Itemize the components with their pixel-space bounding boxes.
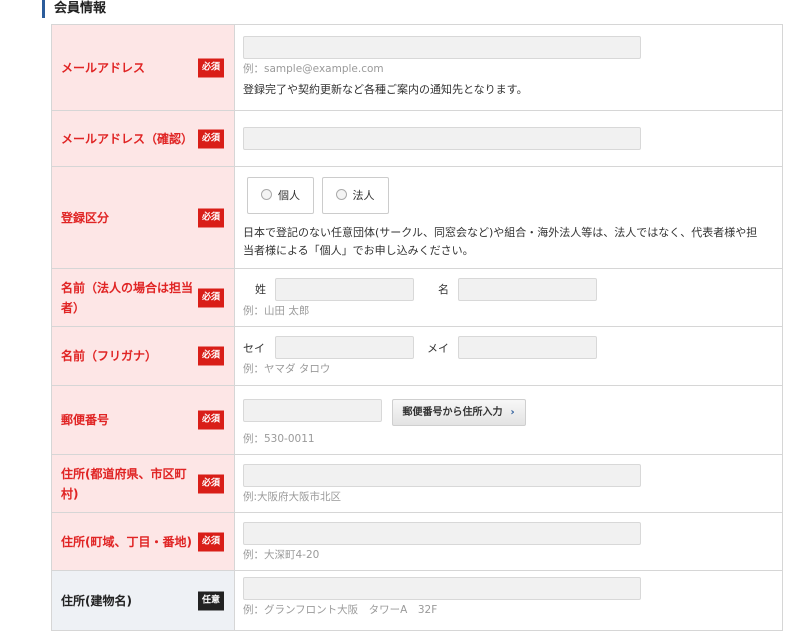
registration-type-label-cell: 登録区分 必須: [51, 166, 235, 269]
optional-badge: 任意: [198, 591, 224, 610]
postal-code-lookup-button[interactable]: 郵便番号から住所入力 ›: [391, 398, 526, 426]
email-input[interactable]: [243, 36, 641, 59]
email-field-cell: 例：sample@example.com 登録完了や契約更新など各種ご案内の通知…: [234, 24, 783, 111]
last-name-input[interactable]: [275, 277, 414, 301]
section-title: 会員情報: [42, 0, 106, 18]
row-postal-code: 郵便番号 必須 郵便番号から住所入力 › 例：530-0011: [51, 385, 783, 455]
name-field-cell: 姓 名 例：山田 太郎: [234, 268, 783, 327]
name-label-cell: 名前（法人の場合は担当者） 必須: [51, 268, 235, 327]
radio-corporation[interactable]: 法人: [321, 177, 389, 214]
postal-code-lookup-label: 郵便番号から住所入力: [402, 406, 503, 418]
address-pref-input[interactable]: [243, 463, 641, 487]
postal-code-input[interactable]: [243, 398, 382, 422]
radio-individual-label: 個人: [278, 189, 300, 202]
radio-circle-icon: [335, 189, 347, 200]
first-name-kana-input[interactable]: [458, 336, 597, 359]
postal-code-field-cell: 郵便番号から住所入力 › 例：530-0011: [234, 385, 783, 455]
address-town-field-cell: 例：大深町4-20: [234, 512, 783, 571]
address-town-hint: 例：大深町4-20: [243, 548, 320, 561]
address-building-hint: 例：グランフロント大阪 タワーA 32F: [243, 604, 438, 616]
row-address-town: 住所(町域、丁目・番地) 必須 例：大深町4-20: [51, 512, 783, 571]
row-name-kana: 名前（フリガナ） 必須 セイ メイ 例：ヤマダ タロウ: [51, 326, 783, 386]
address-town-input[interactable]: [243, 521, 641, 545]
last-name-kana-label: セイ: [243, 341, 265, 355]
radio-circle-icon: [261, 189, 272, 200]
name-hint: 例：山田 太郎: [243, 304, 310, 317]
address-town-label-cell: 住所(町域、丁目・番地) 必須: [51, 512, 235, 571]
row-email-confirm: メールアドレス（確認） 必須: [51, 110, 783, 167]
row-name: 名前（法人の場合は担当者） 必須 姓 名 例：山田 太郎: [51, 268, 783, 327]
row-address-pref: 住所(都道府県、市区町村) 必須 例:大阪府大阪市北区: [51, 454, 783, 513]
postal-code-hint: 例：530-0011: [243, 432, 315, 445]
required-badge: 必須: [198, 208, 224, 227]
required-badge: 必須: [198, 129, 224, 148]
chevron-right-icon: ›: [510, 406, 515, 418]
row-address-building: 住所(建物名) 任意 例：グランフロント大阪 タワーA 32F: [51, 570, 783, 631]
row-registration-type: 登録区分 必須 個人 法人 日本で登記のない任意団体(サークル、同窓会など)や組…: [51, 166, 783, 269]
required-badge: 必須: [198, 474, 224, 493]
email-confirm-label-cell: メールアドレス（確認） 必須: [51, 110, 235, 167]
first-name-input[interactable]: [458, 277, 597, 301]
required-badge: 必須: [198, 410, 224, 430]
required-badge: 必須: [198, 288, 224, 307]
radio-corporation-label: 法人: [352, 189, 375, 202]
first-name-kana-label: メイ: [427, 341, 449, 355]
required-badge: 必須: [198, 346, 224, 366]
registration-type-note: 日本で登記のない任意団体(サークル、同窓会など)や組合・海外法人等は、法人ではな…: [243, 226, 758, 257]
last-name-kana-input[interactable]: [275, 336, 414, 359]
last-name-label: 姓: [255, 283, 266, 296]
first-name-label: 名: [438, 283, 449, 296]
row-email: メールアドレス 必須 例：sample@example.com 登録完了や契約更…: [51, 24, 783, 111]
address-pref-label-cell: 住所(都道府県、市区町村) 必須: [51, 454, 235, 513]
email-note: 登録完了や契約更新など各種ご案内の通知先となります。: [243, 83, 528, 96]
email-confirm-field-cell: [234, 110, 783, 167]
required-badge: 必須: [198, 532, 224, 551]
name-kana-field-cell: セイ メイ 例：ヤマダ タロウ: [234, 326, 783, 386]
address-pref-hint: 例:大阪府大阪市北区: [243, 490, 342, 503]
email-label-cell: メールアドレス 必須: [51, 24, 235, 111]
name-kana-hint: 例：ヤマダ タロウ: [243, 363, 331, 375]
address-building-input[interactable]: [243, 577, 641, 600]
address-pref-field-cell: 例:大阪府大阪市北区: [234, 454, 783, 513]
email-confirm-input[interactable]: [243, 127, 641, 150]
postal-code-label-cell: 郵便番号 必須: [51, 385, 235, 455]
radio-individual[interactable]: 個人: [247, 177, 314, 214]
address-building-label-cell: 住所(建物名) 任意: [51, 570, 235, 631]
member-info-form: メールアドレス 必須 例：sample@example.com 登録完了や契約更…: [51, 24, 783, 631]
registration-type-field-cell: 個人 法人 日本で登記のない任意団体(サークル、同窓会など)や組合・海外法人等は…: [234, 166, 783, 269]
required-badge: 必須: [198, 58, 224, 77]
address-building-field-cell: 例：グランフロント大阪 タワーA 32F: [234, 570, 783, 631]
email-hint: 例：sample@example.com: [243, 63, 384, 75]
name-kana-label-cell: 名前（フリガナ） 必須: [51, 326, 235, 386]
